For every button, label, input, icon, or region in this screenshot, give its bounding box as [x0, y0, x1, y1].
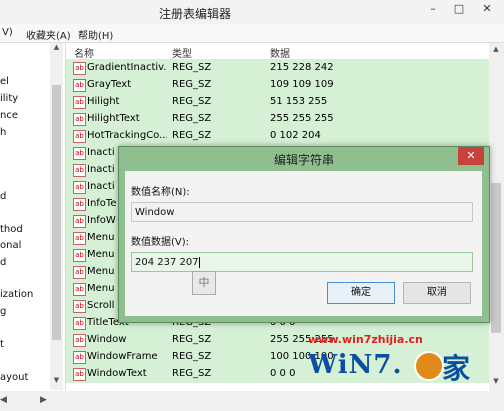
list-scrollbar[interactable]: ▲ ▼ [489, 43, 503, 391]
string-value-icon: ab [73, 181, 86, 194]
cell-name: HilightText [87, 113, 140, 124]
cell-name: GradientInactiv... [87, 62, 167, 73]
value-name-field[interactable]: Window [131, 202, 473, 222]
cell-name: WindowText [87, 368, 147, 379]
table-row[interactable]: ab Hilight REG_SZ 51 153 255 [66, 94, 489, 111]
cell-name: GrayText [87, 79, 132, 90]
tree-item[interactable]: onal [0, 240, 21, 251]
column-data[interactable]: 数据 [270, 45, 290, 60]
value-name-label: 数值名称(N): [131, 187, 190, 198]
chevron-down-icon[interactable]: ▼ [489, 377, 503, 385]
text-caret [198, 256, 200, 268]
string-value-icon: ab [73, 79, 86, 92]
string-value-icon: ab [73, 164, 86, 177]
string-value-icon: ab [73, 232, 86, 245]
cell-type: REG_SZ [172, 96, 212, 107]
window-title: 注册表编辑器 [158, 7, 231, 21]
list-header: 名称 类型 数据 [66, 43, 489, 60]
column-type[interactable]: 类型 [172, 45, 192, 60]
menu-help[interactable]: 帮助(H) [78, 27, 113, 42]
tree-item[interactable]: h [0, 127, 6, 138]
cell-name: Window [87, 334, 127, 345]
tree-item[interactable]: d [0, 257, 6, 268]
tree-item[interactable]: d [0, 191, 6, 202]
table-row[interactable]: ab GrayText REG_SZ 109 109 109 [66, 77, 489, 94]
menu-bar: V) 收藏夹(A) 帮助(H) [0, 24, 504, 43]
cell-type: REG_SZ [172, 130, 212, 141]
edit-string-dialog: 编辑字符串 ✕ 数值名称(N): Window 数值数据(V): 204 237… [118, 146, 490, 323]
cell-data: 255 255 255 [270, 113, 334, 124]
string-value-icon: ab [73, 113, 86, 126]
tree-scroll-thumb[interactable] [52, 85, 61, 340]
string-value-icon: ab [73, 147, 86, 160]
close-button[interactable]: ✕ [474, 0, 500, 20]
tree-item[interactable]: thod [0, 224, 23, 235]
watermark-logo: WiN7. [308, 350, 403, 380]
cell-data: 0 102 204 [270, 130, 321, 141]
string-value-icon: ab [73, 334, 86, 347]
cell-type: REG_SZ [172, 351, 212, 362]
cell-name: HotTrackingCo... [87, 130, 167, 141]
tree-item[interactable]: nce [0, 110, 18, 121]
cell-data: 51 153 255 [270, 96, 328, 107]
cancel-button[interactable]: 取消 [403, 282, 471, 304]
ok-button[interactable]: 确定 [327, 282, 395, 304]
ime-indicator[interactable]: 中 [192, 271, 216, 295]
string-value-icon: ab [73, 62, 86, 75]
table-row[interactable]: ab HilightText REG_SZ 255 255 255 [66, 111, 489, 128]
string-value-icon: ab [73, 351, 86, 364]
cell-data: 215 228 242 [270, 62, 334, 73]
tree-item[interactable]: el [0, 76, 9, 87]
minimize-button[interactable]: – [420, 0, 446, 20]
list-scroll-thumb[interactable] [491, 183, 501, 333]
chevron-up-icon[interactable]: ▲ [489, 45, 503, 53]
string-value-icon: ab [73, 249, 86, 262]
menu-favorites[interactable]: 收藏夹(A) [26, 27, 71, 42]
tree-item[interactable]: ization [0, 289, 33, 300]
string-value-icon: ab [73, 300, 86, 313]
dialog-title: 编辑字符串 [273, 153, 334, 167]
dialog-body: 数值名称(N): Window 数值数据(V): 204 237 207 确定 … [125, 171, 482, 316]
watermark-home: 家 [442, 352, 471, 385]
tree-item[interactable]: ility [0, 93, 18, 104]
windows-logo-icon [414, 351, 444, 381]
cell-type: REG_SZ [172, 368, 212, 379]
value-data-text: 204 237 207 [135, 257, 199, 268]
table-row[interactable]: ab HotTrackingCo... REG_SZ 0 102 204 [66, 128, 489, 145]
maximize-button[interactable]: □ [446, 0, 472, 20]
value-data-input[interactable]: 204 237 207 [131, 252, 473, 272]
cell-type: REG_SZ [172, 62, 212, 73]
string-value-icon: ab [73, 317, 86, 330]
chevron-up-icon[interactable]: ▲ [50, 43, 63, 55]
cell-type: REG_SZ [172, 113, 212, 124]
watermark: www.win7zhijia.cn WiN7. 家 [306, 333, 484, 391]
chevron-down-icon[interactable]: ▼ [50, 376, 63, 388]
tree-item[interactable]: t [0, 339, 4, 350]
cell-name: WindowFrame [87, 351, 158, 362]
string-value-icon: ab [73, 96, 86, 109]
cell-type: REG_SZ [172, 79, 212, 90]
string-value-icon: ab [73, 130, 86, 143]
column-name[interactable]: 名称 [74, 45, 94, 60]
chevron-right-icon[interactable]: ▶ [40, 395, 47, 405]
string-value-icon: ab [73, 266, 86, 279]
chevron-left-icon[interactable]: ◀ [0, 395, 7, 405]
cell-name: Hilight [87, 96, 120, 107]
string-value-icon: ab [73, 215, 86, 228]
value-data-label: 数值数据(V): [131, 237, 190, 248]
cell-type: REG_SZ [172, 334, 212, 345]
watermark-url: www.win7zhijia.cn [308, 333, 423, 346]
tree-item[interactable]: g [0, 306, 6, 317]
string-value-icon: ab [73, 368, 86, 381]
title-bar: 注册表编辑器 – □ ✕ [0, 0, 504, 24]
table-row[interactable]: ab GradientInactiv... REG_SZ 215 228 242 [66, 60, 489, 77]
menu-view[interactable]: V) [2, 27, 13, 38]
cell-data: 109 109 109 [270, 79, 334, 90]
tree-item[interactable]: ayout [0, 372, 28, 383]
horizontal-scrollbar[interactable]: ◀ ▶ [0, 391, 504, 411]
string-value-icon: ab [73, 198, 86, 211]
dialog-close-button[interactable]: ✕ [458, 147, 484, 165]
string-value-icon: ab [73, 283, 86, 296]
tree-scrollbar[interactable] [50, 43, 63, 390]
